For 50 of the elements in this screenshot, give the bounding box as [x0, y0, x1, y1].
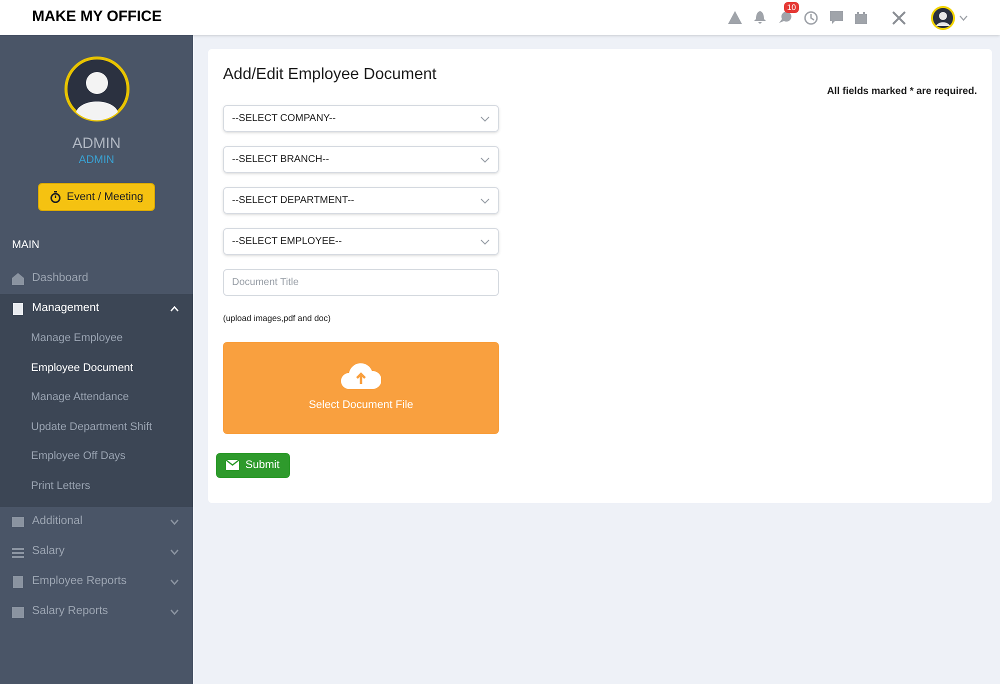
sidebar-item[interactable]: Dashboard: [32, 270, 88, 288]
required-note: All fields marked * are required.: [826, 85, 977, 99]
bell-icon[interactable]: [754, 11, 766, 24]
select-dropdown[interactable]: --SELECT COMPANY--: [223, 105, 499, 132]
submenu-item[interactable]: Employee Off Days: [0, 442, 193, 472]
cloud-upload-icon: [341, 362, 381, 388]
submenu-item[interactable]: Print Letters: [0, 471, 193, 502]
user-name: ADMIN: [72, 136, 121, 152]
chevron-down-icon[interactable]: [170, 609, 179, 616]
chevron-up-icon[interactable]: [170, 306, 179, 312]
sidebar-item[interactable]: Additional: [32, 513, 83, 531]
envelope-icon: [226, 460, 240, 470]
event-meeting-button[interactable]: Event / Meeting: [38, 183, 155, 211]
warning-icon[interactable]: [728, 11, 742, 24]
submenu-item[interactable]: Employee Document: [0, 353, 193, 383]
submenu-item[interactable]: Manage Attendance: [0, 382, 193, 412]
list-icon: [12, 546, 24, 558]
submenu-item[interactable]: Manage Employee: [0, 324, 193, 354]
sidebar-item[interactable]: Salary Reports: [32, 603, 108, 621]
brand-logo: MAKE MY OFFICE: [32, 7, 162, 28]
chevron-down-icon[interactable]: [959, 14, 968, 20]
chevron-down-icon: [480, 238, 490, 244]
user-role: ADMIN: [78, 153, 114, 168]
chevron-down-icon[interactable]: [170, 519, 179, 526]
select-dropdown[interactable]: --SELECT DEPARTMENT--: [223, 187, 499, 214]
clock-icon[interactable]: [804, 10, 818, 24]
sidebar-item[interactable]: Salary: [32, 543, 65, 561]
upload-dropzone[interactable]: Select Document File: [223, 342, 499, 434]
chevron-down-icon[interactable]: [170, 549, 179, 556]
calendar-icon[interactable]: [855, 12, 867, 24]
document-title-field[interactable]: Document Title: [223, 269, 499, 296]
submit-button[interactable]: Submit: [216, 452, 290, 478]
sidebar-item[interactable]: Employee Reports: [32, 573, 127, 591]
select-dropdown[interactable]: --SELECT EMPLOYEE--: [223, 228, 499, 255]
home-icon: [12, 272, 24, 284]
chevron-down-icon: [480, 156, 490, 162]
select-dropdown[interactable]: --SELECT BRANCH--: [223, 146, 499, 173]
form-title: Add/Edit Employee Document: [223, 65, 438, 85]
chevron-down-icon[interactable]: [170, 579, 179, 586]
section-heading: MAIN: [11, 238, 40, 253]
upload-hint: (upload images,pdf and doc): [223, 312, 332, 325]
notification-badge: 10: [784, 2, 799, 12]
message-icon[interactable]: [830, 11, 843, 24]
stopwatch-icon: [50, 191, 61, 203]
chevron-down-icon: [480, 198, 490, 204]
sidebar-item[interactable]: Management: [32, 300, 100, 318]
avatar-icon[interactable]: [931, 6, 955, 30]
chat-icon[interactable]: [778, 10, 792, 24]
chevron-down-icon: [480, 116, 490, 122]
submenu-item[interactable]: Update Department Shift: [0, 412, 193, 442]
